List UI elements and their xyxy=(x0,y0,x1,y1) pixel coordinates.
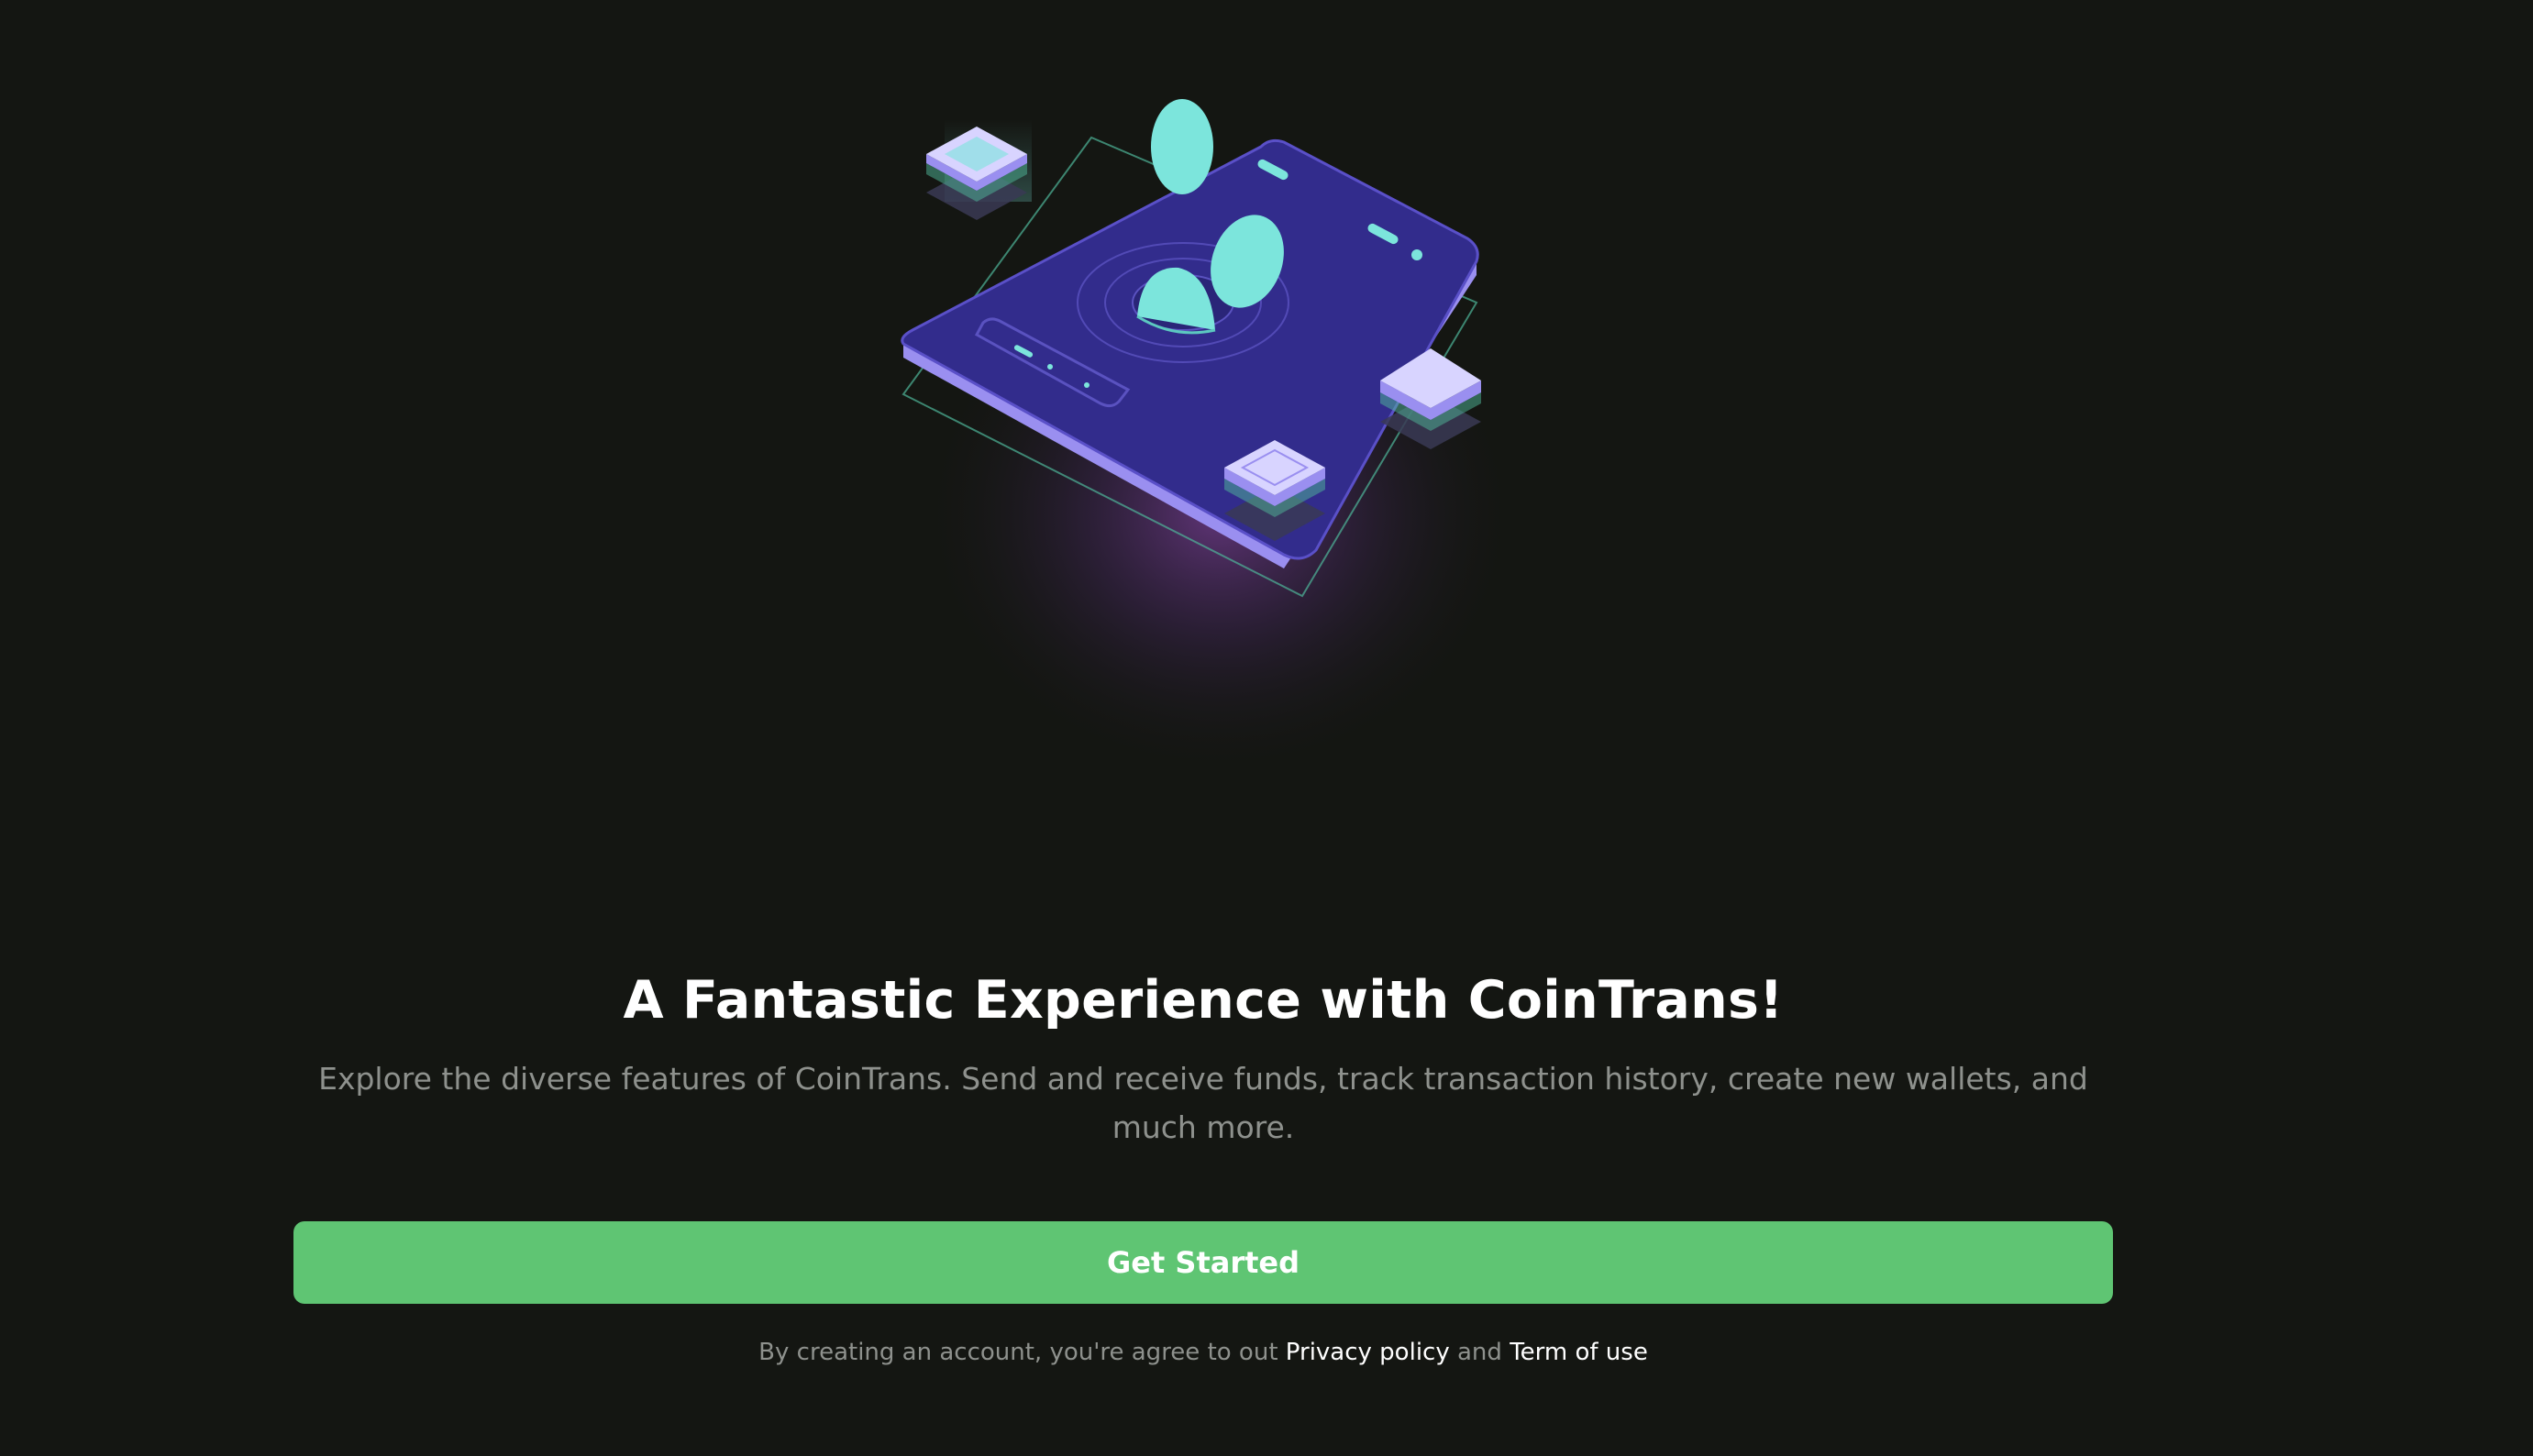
term-of-use-link[interactable]: Term of use xyxy=(1510,1339,1648,1366)
phone-with-coins-icon xyxy=(825,55,1651,862)
terms-notice: By creating an account, you're agree to … xyxy=(0,1339,2406,1366)
terms-prefix: By creating an account, you're agree to … xyxy=(758,1339,1278,1366)
onboarding-screen: A Fantastic Experience with CoinTrans! E… xyxy=(0,0,2533,1456)
page-description: Explore the diverse features of CoinTran… xyxy=(318,1061,2088,1145)
page-title: A Fantastic Experience with CoinTrans! xyxy=(623,970,1784,1031)
terms-and: and xyxy=(1457,1339,1502,1366)
get-started-button[interactable]: Get Started xyxy=(293,1221,2113,1304)
privacy-policy-link[interactable]: Privacy policy xyxy=(1286,1339,1450,1366)
